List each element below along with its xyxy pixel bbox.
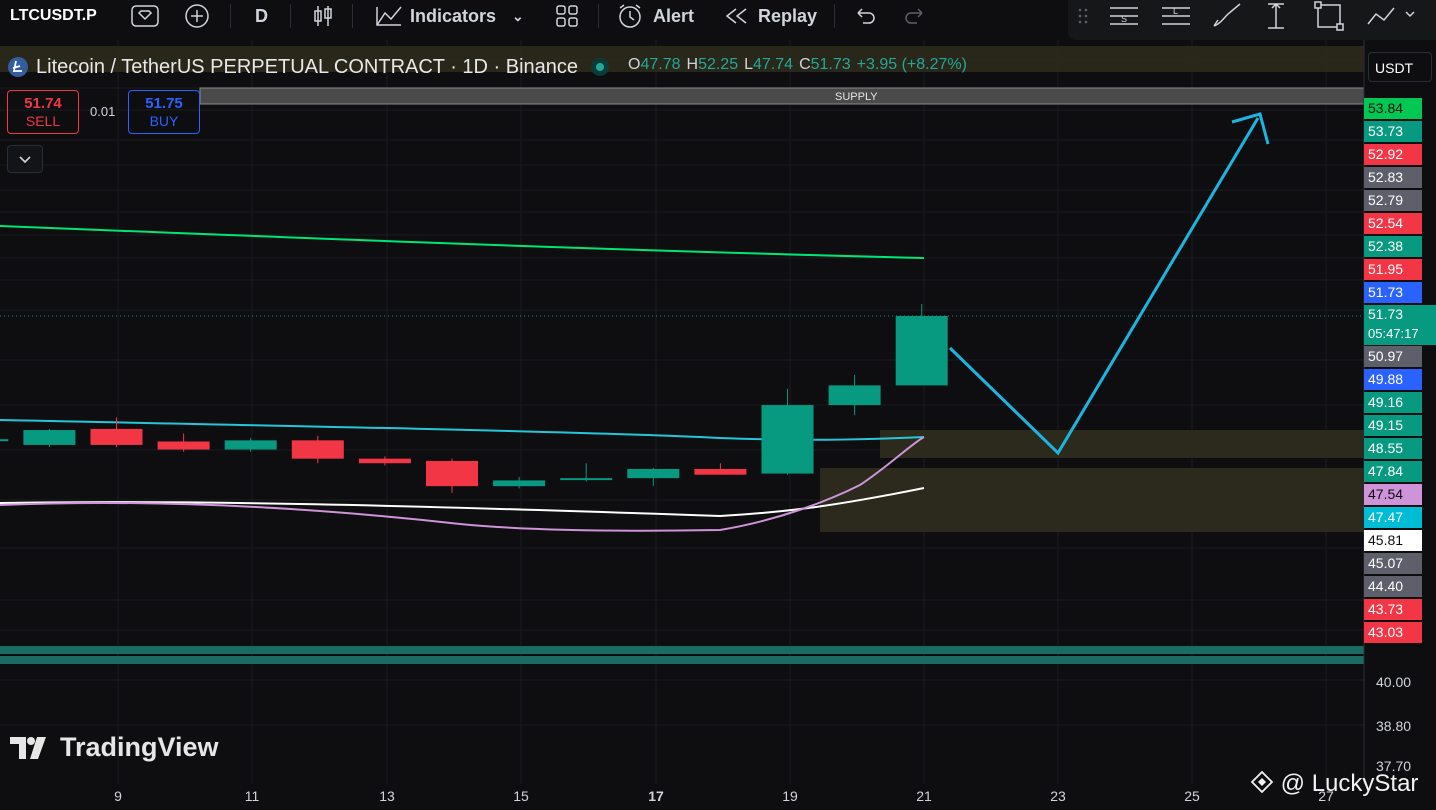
sell-button[interactable]: 51.74 SELL bbox=[7, 90, 79, 134]
price-tag: 49.88 bbox=[1364, 369, 1422, 390]
tradingview-logo-icon bbox=[10, 736, 46, 759]
price-chart[interactable] bbox=[0, 0, 1436, 810]
close-key: C bbox=[799, 56, 811, 73]
low-value: 47.74 bbox=[753, 56, 794, 73]
price-tag: 45.07 bbox=[1364, 553, 1422, 574]
candle-body bbox=[426, 460, 478, 487]
time-tick: 25 bbox=[1184, 788, 1200, 804]
tradingview-watermark: TradingView bbox=[10, 732, 219, 763]
price-tag: 47.84 bbox=[1364, 461, 1422, 482]
spread-value: 0.01 bbox=[90, 104, 116, 119]
price-tag: 52.79 bbox=[1364, 190, 1422, 211]
price-tag: 51.73 05:47:17 bbox=[1364, 305, 1436, 345]
demand-zone bbox=[820, 468, 1364, 532]
candle-body bbox=[761, 405, 814, 474]
price-tag: 43.03 bbox=[1364, 622, 1422, 643]
supply-zone bbox=[199, 87, 1365, 105]
price-tag: 49.16 bbox=[1364, 392, 1422, 413]
high-key: H bbox=[686, 56, 699, 73]
high-value: 52.25 bbox=[698, 56, 739, 73]
chart-grid bbox=[0, 40, 1364, 784]
time-tick: 21 bbox=[916, 788, 932, 804]
candle-body bbox=[560, 478, 613, 481]
buy-label: BUY bbox=[149, 113, 179, 129]
candle-body bbox=[694, 468, 747, 475]
price-tick: 40.00 bbox=[1376, 674, 1412, 690]
candle-body bbox=[224, 440, 277, 450]
candles bbox=[0, 304, 948, 494]
watermark-text: TradingView bbox=[60, 732, 219, 762]
candle-body bbox=[90, 428, 143, 445]
time-tick: 23 bbox=[1050, 788, 1066, 804]
currency-label: USDT bbox=[1375, 60, 1414, 76]
price-tag: 52.83 bbox=[1364, 167, 1422, 188]
price-tag: 50.97 bbox=[1364, 346, 1422, 367]
candle-body bbox=[493, 480, 546, 487]
market-status-icon[interactable] bbox=[588, 55, 612, 79]
currency-selector[interactable]: USDT bbox=[1368, 52, 1432, 82]
ma-white-line bbox=[0, 487, 925, 518]
close-value: 51.73 bbox=[810, 56, 851, 73]
collapse-trade-button[interactable] bbox=[7, 145, 43, 173]
time-tick: 13 bbox=[379, 788, 395, 804]
change-value: +3.95 (+8.27%) bbox=[856, 56, 967, 73]
supply-zone-label: SUPPLY bbox=[835, 91, 878, 103]
chevron-down-icon bbox=[19, 156, 31, 164]
ohlc-values: O47.78 H52.25 L47.74 C51.73 +3.95 (+8.27… bbox=[628, 56, 967, 74]
zones bbox=[0, 46, 1365, 664]
price-tag: 52.38 bbox=[1364, 236, 1422, 257]
candle-body bbox=[828, 385, 881, 406]
time-tick: 17 bbox=[648, 788, 664, 804]
time-tick: 9 bbox=[114, 788, 122, 804]
price-tag: 51.73 bbox=[1364, 282, 1422, 303]
time-tick: 11 bbox=[244, 788, 260, 804]
price-tick: 38.80 bbox=[1376, 718, 1412, 734]
candle-countdown: 05:47:17 bbox=[1368, 326, 1419, 341]
sell-label: SELL bbox=[25, 113, 61, 129]
price-tag: 43.73 bbox=[1364, 599, 1422, 620]
projection-path bbox=[948, 117, 1260, 456]
support-band bbox=[0, 646, 1364, 654]
price-tag: 47.54 bbox=[1364, 484, 1422, 505]
support-band bbox=[0, 656, 1364, 664]
sell-price: 51.74 bbox=[24, 95, 62, 112]
litecoin-icon bbox=[8, 57, 28, 77]
buy-price: 51.75 bbox=[145, 95, 183, 112]
price-tag: 51.95 bbox=[1364, 259, 1422, 280]
price-tag: 45.81 bbox=[1364, 530, 1422, 551]
chart-legend: Litecoin / TetherUS PERPETUAL CONTRACT ·… bbox=[6, 54, 612, 80]
binance-diamond-icon bbox=[1250, 770, 1274, 794]
candle-body bbox=[0, 439, 9, 442]
author-text: @ LuckyStar bbox=[1280, 770, 1419, 797]
price-tag: 52.54 bbox=[1364, 213, 1422, 234]
candle-body bbox=[895, 316, 948, 386]
buy-button[interactable]: 51.75 BUY bbox=[128, 90, 200, 134]
candle-body bbox=[627, 468, 680, 479]
time-tick: 15 bbox=[513, 788, 529, 804]
candle-body bbox=[291, 440, 344, 459]
ma-green-line bbox=[0, 225, 925, 259]
price-tag: 47.47 bbox=[1364, 507, 1422, 528]
price-tag: 53.73 bbox=[1364, 121, 1422, 142]
low-key: L bbox=[744, 56, 754, 73]
price-tag: 44.40 bbox=[1364, 576, 1422, 597]
open-key: O bbox=[628, 56, 641, 73]
symbol-title: Litecoin / TetherUS PERPETUAL CONTRACT ·… bbox=[36, 55, 579, 78]
candle-body bbox=[23, 430, 76, 445]
demand-zone bbox=[880, 430, 1364, 458]
price-tag: 49.15 bbox=[1364, 415, 1422, 436]
open-value: 47.78 bbox=[640, 56, 681, 73]
time-tick: 19 bbox=[782, 788, 798, 804]
author-signature: @ LuckyStar bbox=[1250, 770, 1418, 798]
candle-body bbox=[157, 441, 210, 450]
price-tag: 53.84 bbox=[1364, 98, 1422, 119]
candle-body bbox=[358, 458, 411, 464]
price-tag: 52.92 bbox=[1364, 144, 1422, 165]
price-tag: 48.55 bbox=[1364, 438, 1422, 459]
